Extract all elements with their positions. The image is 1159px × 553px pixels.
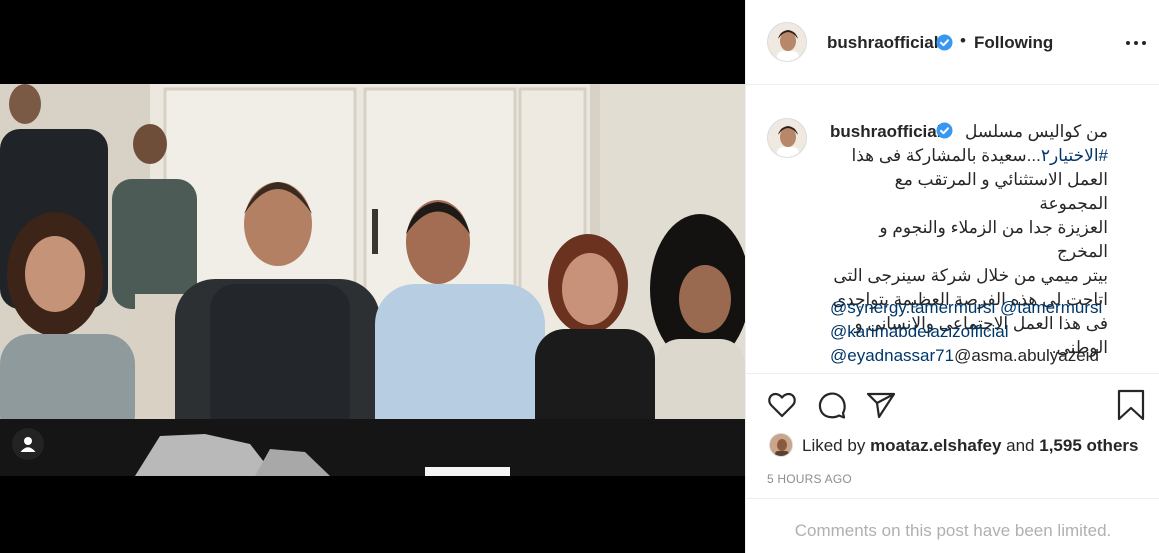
user-tag-icon bbox=[20, 437, 36, 452]
post-sidebar: bushraofficial • Following bushraofficia… bbox=[745, 0, 1159, 553]
mention-link[interactable]: @tamermursi bbox=[1000, 298, 1102, 317]
tagged-users-button[interactable] bbox=[12, 428, 44, 460]
hashtag-link[interactable]: #الاختيار٢ bbox=[1041, 146, 1108, 165]
send-icon[interactable] bbox=[864, 388, 898, 422]
following-button[interactable]: Following bbox=[974, 33, 1053, 53]
mention-link[interactable]: @asma.abulyazeid bbox=[954, 346, 1099, 365]
caption-line: #الاختيار٢...سعيدة بالمشاركة فى هذا bbox=[830, 144, 1108, 168]
more-dot bbox=[1134, 41, 1138, 45]
avatar[interactable] bbox=[769, 433, 793, 457]
liker-username[interactable]: moataz.elshafey bbox=[870, 436, 1001, 455]
likes-conj: and bbox=[1006, 436, 1035, 455]
avatar[interactable] bbox=[767, 22, 807, 62]
action-bar bbox=[746, 388, 1159, 424]
caption-area[interactable]: bushraofficial من كواليس مسلسل #الاختيار… bbox=[746, 86, 1159, 374]
mention-line: @... bbox=[830, 368, 1150, 373]
avatar-image bbox=[770, 434, 792, 456]
caption-mentions: @synergy.tamermursi @tamermursi @karimab… bbox=[830, 296, 1150, 373]
likes-text: Liked by moataz.elshafey and 1,595 other… bbox=[802, 436, 1138, 456]
post-media[interactable] bbox=[0, 0, 745, 553]
mention-link[interactable]: @synergy.tamermursi bbox=[830, 298, 995, 317]
likes-summary[interactable]: Liked by moataz.elshafey and 1,595 other… bbox=[766, 432, 1156, 460]
mention-link[interactable]: @karimabdelazizofficial bbox=[830, 322, 1009, 341]
verified-badge-icon bbox=[936, 34, 953, 51]
separator-dot: • bbox=[960, 31, 966, 50]
post-header: bushraofficial • Following bbox=[746, 0, 1159, 85]
comment-icon[interactable] bbox=[815, 388, 849, 422]
caption-line: بيتر ميمي من خلال شركة سينرجى التى bbox=[833, 266, 1108, 285]
avatar[interactable] bbox=[767, 118, 807, 158]
more-options-button[interactable] bbox=[1123, 30, 1149, 56]
avatar-image bbox=[768, 119, 806, 157]
more-dot bbox=[1142, 41, 1146, 45]
heart-icon[interactable] bbox=[765, 388, 799, 422]
post-timestamp[interactable]: 5 HOURS AGO bbox=[767, 472, 852, 486]
mention-line: @synergy.tamermursi @tamermursi bbox=[830, 296, 1150, 320]
post-author-username[interactable]: bushraofficial bbox=[827, 33, 938, 53]
comment-section: Comments on this post have been limited. bbox=[746, 498, 1159, 553]
likes-count[interactable]: 1,595 others bbox=[1039, 436, 1138, 455]
mention-line: @karimabdelazizofficial bbox=[830, 320, 1150, 344]
mention-link[interactable]: @... bbox=[830, 370, 861, 373]
avatar-image bbox=[768, 23, 806, 61]
mention-line: @eyadnassar71@asma.abulyazeid bbox=[830, 344, 1150, 368]
more-horizontal-icon bbox=[1126, 41, 1130, 45]
caption-line-text: ...سعيدة بالمشاركة فى هذا bbox=[851, 146, 1041, 165]
bookmark-icon[interactable] bbox=[1114, 388, 1148, 422]
group-photo-illustration bbox=[0, 84, 745, 476]
likes-prefix: Liked by bbox=[802, 436, 866, 455]
caption-line: العمل الاستثنائي و المرتقب مع المجموعة bbox=[894, 170, 1108, 213]
post-photo[interactable] bbox=[0, 84, 745, 476]
comments-limited-notice: Comments on this post have been limited. bbox=[794, 521, 1112, 540]
caption-line: العزيزة جدا من الزملاء والنجوم و المخرج bbox=[879, 218, 1108, 261]
caption-line: من كواليس مسلسل bbox=[964, 122, 1108, 141]
mention-link[interactable]: @eyadnassar71 bbox=[830, 346, 954, 365]
